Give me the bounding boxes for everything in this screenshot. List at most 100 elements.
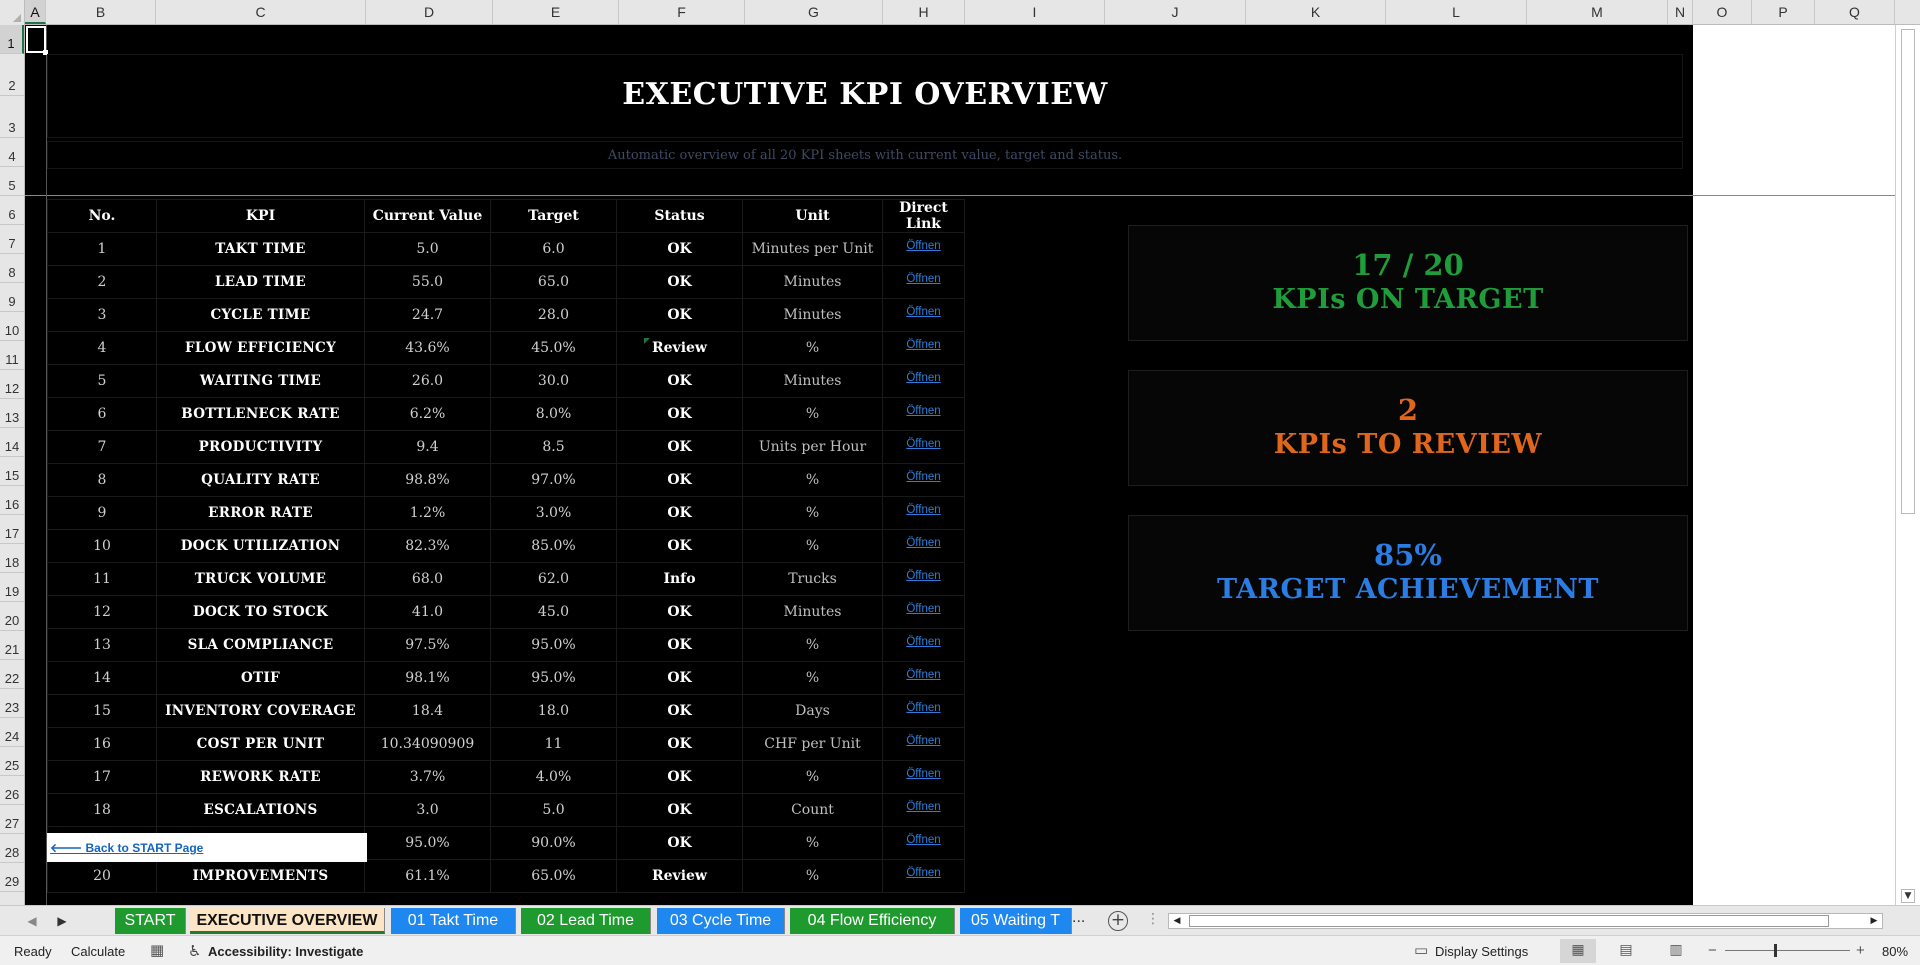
macro-record-icon[interactable]: ▦ [150,941,164,959]
row-header-21[interactable]: 21 [0,631,24,660]
row-header-18[interactable]: 18 [0,544,24,573]
row-header-13[interactable]: 13 [0,399,24,428]
status-calculate[interactable]: Calculate [71,944,125,959]
row-header-24[interactable]: 24 [0,718,24,747]
row-header-4[interactable]: 4 [0,138,24,167]
sheet-tab[interactable]: 01 Takt Time [391,908,516,934]
status-accessibility[interactable]: Accessibility: Investigate [208,944,363,959]
column-header-j[interactable]: J [1105,0,1246,24]
select-all-corner[interactable] [0,0,25,25]
row-header-5[interactable]: 5 [0,167,24,196]
row-header-6[interactable]: 6 [0,196,24,225]
column-header-m[interactable]: M [1527,0,1668,24]
open-sheet-link[interactable]: Öffnen [906,438,940,450]
row-header-14[interactable]: 14 [0,428,24,457]
worksheet-grid[interactable]: EXECUTIVE KPI OVERVIEW Automatic overvie… [25,25,1895,905]
open-sheet-link[interactable]: Öffnen [906,339,940,351]
column-header-q[interactable]: Q [1815,0,1895,24]
active-cell-a1[interactable] [26,26,48,55]
tab-scroll-left-icon[interactable]: ◀ [22,912,42,930]
zoom-level[interactable]: 80% [1882,944,1908,959]
row-header-1[interactable]: 1 [0,25,24,54]
sheet-tab[interactable]: 02 Lead Time [521,908,651,934]
column-header-k[interactable]: K [1246,0,1386,24]
sheet-tab[interactable]: 04 Flow Efficiency [790,908,955,934]
column-header-d[interactable]: D [366,0,493,24]
column-header-i[interactable]: I [965,0,1105,24]
display-settings-icon[interactable]: ▭ [1414,941,1428,959]
open-sheet-link[interactable]: Öffnen [906,735,940,747]
row-header-19[interactable]: 19 [0,573,24,602]
open-sheet-link[interactable]: Öffnen [906,636,940,648]
row-header-11[interactable]: 11 [0,341,24,370]
column-header-c[interactable]: C [156,0,366,24]
back-to-start-link[interactable]: 🡐 Back to START Page [50,840,203,855]
unformatted-cells-area[interactable] [1693,25,1895,905]
row-header-3[interactable]: 3 [0,96,24,138]
row-header-28[interactable]: 28 [0,834,24,863]
open-sheet-link[interactable]: Öffnen [906,867,940,879]
add-sheet-icon[interactable]: + [1108,911,1128,931]
column-header-l[interactable]: L [1386,0,1527,24]
column-header-p[interactable]: P [1752,0,1815,24]
row-header-9[interactable]: 9 [0,283,24,312]
column-header-n[interactable]: N [1668,0,1693,24]
row-header-17[interactable]: 17 [0,515,24,544]
sheet-tab[interactable]: 03 Cycle Time [657,908,785,934]
scroll-down-arrow-icon[interactable]: ▼ [1901,889,1915,903]
sheet-tab[interactable]: START [115,908,186,934]
sheet-tab[interactable]: EXECUTIVE OVERVIEW [190,908,385,934]
column-header-b[interactable]: B [46,0,156,24]
open-sheet-link[interactable]: Öffnen [906,372,940,384]
row-header-7[interactable]: 7 [0,225,24,254]
row-header-12[interactable]: 12 [0,370,24,399]
row-header-10[interactable]: 10 [0,312,24,341]
open-sheet-link[interactable]: Öffnen [906,405,940,417]
vertical-scrollbar[interactable]: ▼ [1895,25,1920,905]
column-header-h[interactable]: H [883,0,965,24]
row-header-25[interactable]: 25 [0,747,24,776]
open-sheet-link[interactable]: Öffnen [906,471,940,483]
accessibility-icon[interactable]: ♿ [188,942,201,960]
row-header-29[interactable]: 29 [0,863,24,892]
column-header-e[interactable]: E [493,0,619,24]
scroll-right-arrow-icon[interactable]: ▶ [1866,914,1882,928]
column-header-o[interactable]: O [1693,0,1752,24]
column-header-f[interactable]: F [619,0,745,24]
open-sheet-link[interactable]: Öffnen [906,768,940,780]
horizontal-scrollbar[interactable]: ◀ ▶ [1168,913,1883,929]
row-header-22[interactable]: 22 [0,660,24,689]
zoom-slider-thumb[interactable] [1774,944,1777,957]
tab-scroll-right-icon[interactable]: ▶ [52,912,72,930]
row-header-23[interactable]: 23 [0,689,24,718]
open-sheet-link[interactable]: Öffnen [906,240,940,252]
column-header-g[interactable]: G [745,0,883,24]
zoom-out-button[interactable]: − [1708,942,1717,959]
row-header-15[interactable]: 15 [0,457,24,486]
display-settings-button[interactable]: Display Settings [1435,944,1528,959]
open-sheet-link[interactable]: Öffnen [906,306,940,318]
tab-split-handle-icon[interactable]: ⋮ [1146,911,1160,927]
page-break-view-icon[interactable]: ▥ [1658,939,1694,963]
zoom-slider-track[interactable] [1725,950,1850,951]
open-sheet-link[interactable]: Öffnen [906,603,940,615]
open-sheet-link[interactable]: Öffnen [906,504,940,516]
open-sheet-link[interactable]: Öffnen [906,273,940,285]
page-layout-view-icon[interactable]: ▤ [1608,939,1644,963]
horizontal-scroll-thumb[interactable] [1189,915,1829,927]
vertical-scroll-thumb[interactable] [1901,29,1915,514]
row-header-2[interactable]: 2 [0,54,24,96]
open-sheet-link[interactable]: Öffnen [906,702,940,714]
scroll-left-arrow-icon[interactable]: ◀ [1169,914,1185,928]
open-sheet-link[interactable]: Öffnen [906,801,940,813]
row-header-26[interactable]: 26 [0,776,24,805]
normal-view-icon[interactable]: ▦ [1560,939,1596,963]
column-header-a[interactable]: A [25,0,46,24]
more-tabs-ellipsis[interactable]: ... [1072,909,1085,927]
row-header-20[interactable]: 20 [0,602,24,631]
open-sheet-link[interactable]: Öffnen [906,570,940,582]
row-header-27[interactable]: 27 [0,805,24,834]
open-sheet-link[interactable]: Öffnen [906,834,940,846]
zoom-in-button[interactable]: + [1856,942,1865,959]
sheet-tab[interactable]: 05 Waiting T [960,908,1072,934]
